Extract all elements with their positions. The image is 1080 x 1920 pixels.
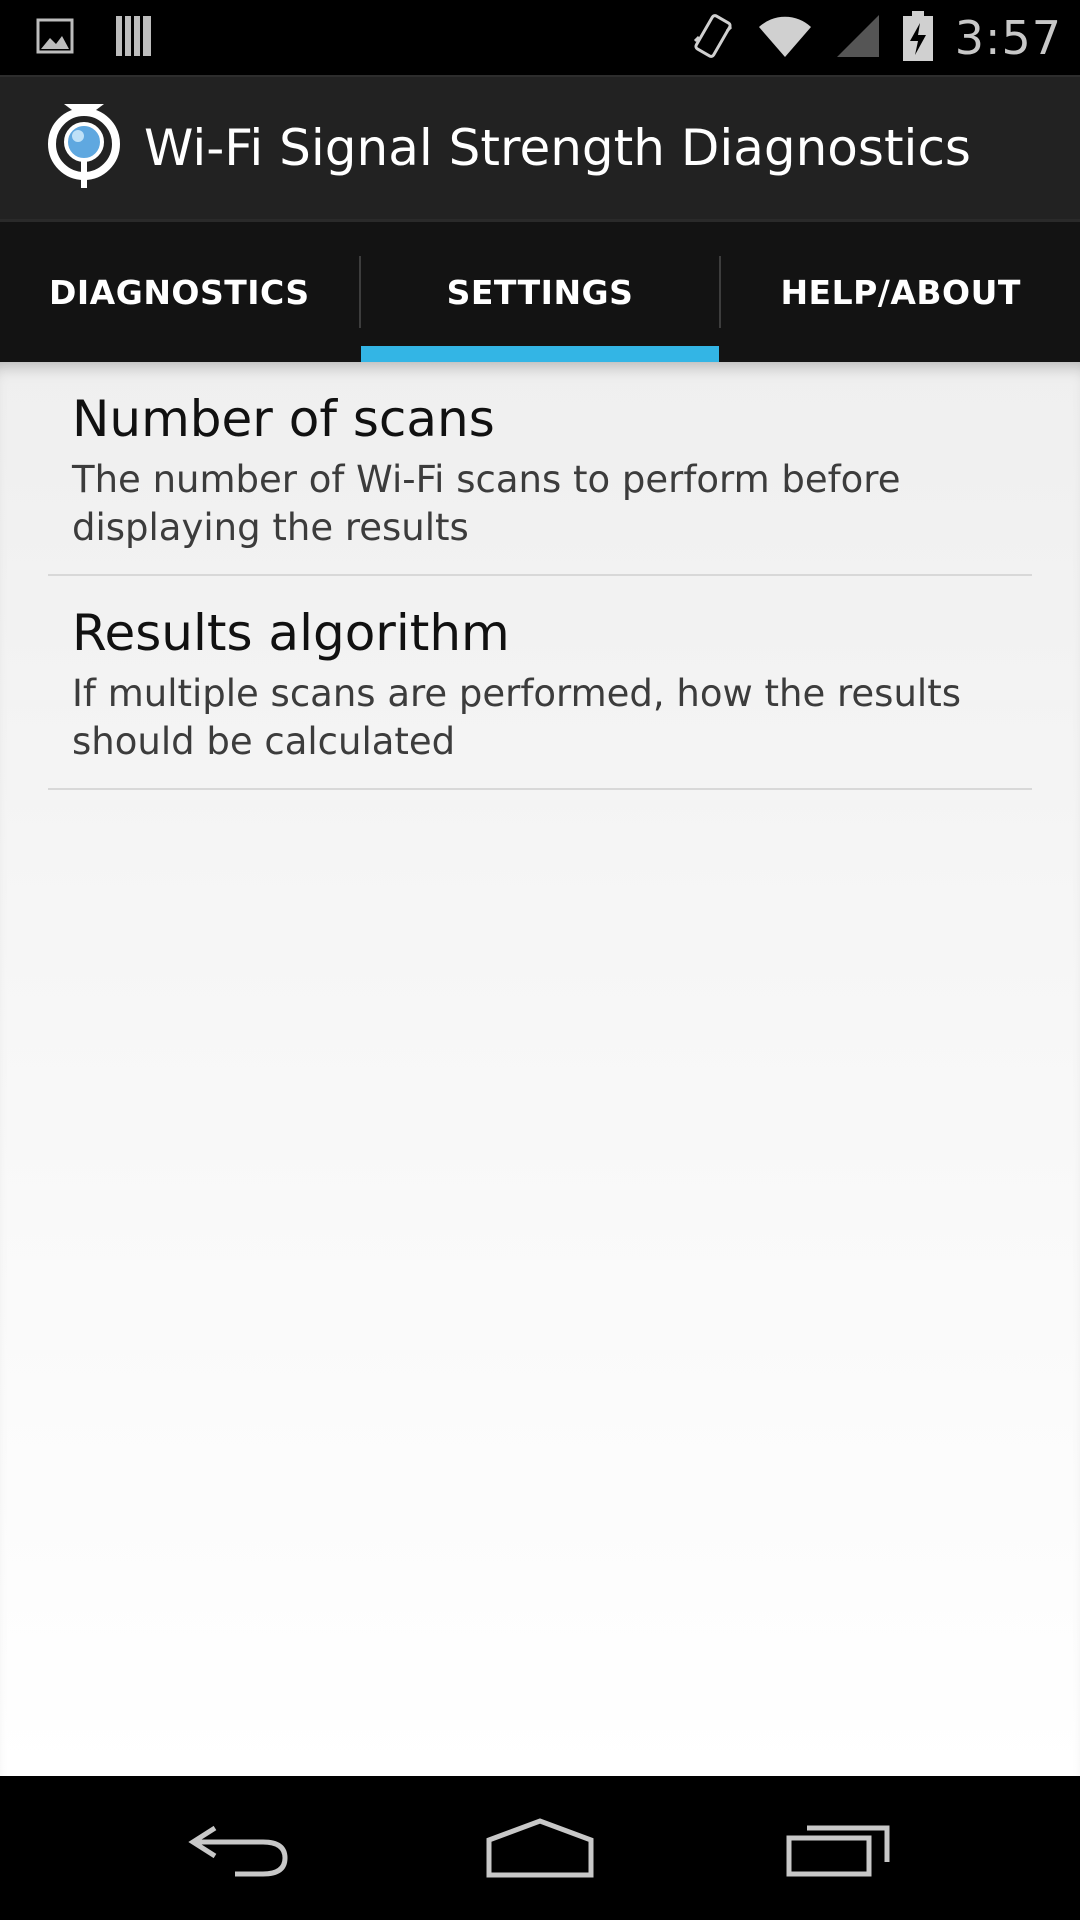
tab-diagnostics[interactable]: DIAGNOSTICS xyxy=(0,222,359,362)
selected-tab-indicator xyxy=(360,346,720,362)
wifi-icon xyxy=(757,13,813,63)
status-time: 3:57 xyxy=(954,10,1062,65)
tab-help-about-label: HELP/ABOUT xyxy=(780,272,1021,312)
tab-settings[interactable]: SETTINGS xyxy=(360,222,720,362)
app-logo-icon[interactable] xyxy=(44,102,124,194)
pref-title: Number of scans xyxy=(72,390,495,448)
battery-charging-icon xyxy=(902,10,933,65)
back-icon[interactable] xyxy=(180,1808,300,1888)
status-notifications xyxy=(36,14,194,62)
pref-results-algorithm[interactable]: Results algorithm If multiple scans are … xyxy=(48,576,1032,790)
status-bar: 3:57 xyxy=(0,0,1080,75)
settings-list: Number of scans The number of Wi-Fi scan… xyxy=(0,362,1080,1776)
pref-summary: If multiple scans are performed, how the… xyxy=(72,672,961,763)
pref-number-of-scans[interactable]: Number of scans The number of Wi-Fi scan… xyxy=(48,362,1032,576)
tab-diagnostics-label: DIAGNOSTICS xyxy=(49,272,310,312)
status-system: 3:57 xyxy=(669,10,1062,65)
home-icon[interactable] xyxy=(480,1808,600,1888)
cell-signal-icon xyxy=(835,13,881,63)
screen: 3:57 Wi-Fi Signal Strength Diagnostics D… xyxy=(0,0,1080,1920)
vibrate-icon xyxy=(691,11,735,65)
tab-bar: DIAGNOSTICS SETTINGS HELP/ABOUT xyxy=(0,222,1080,362)
pref-summary: The number of Wi-Fi scans to perform bef… xyxy=(72,458,901,549)
pref-title: Results algorithm xyxy=(72,604,510,662)
tab-help-about[interactable]: HELP/ABOUT xyxy=(721,222,1080,362)
barcode-notification-icon xyxy=(114,14,154,62)
navigation-bar xyxy=(0,1776,1080,1920)
recent-apps-icon[interactable] xyxy=(780,1808,900,1888)
action-bar: Wi-Fi Signal Strength Diagnostics xyxy=(0,75,1080,222)
app-title: Wi-Fi Signal Strength Diagnostics xyxy=(144,119,971,177)
image-notification-icon xyxy=(36,18,74,58)
tab-settings-label: SETTINGS xyxy=(446,272,634,312)
